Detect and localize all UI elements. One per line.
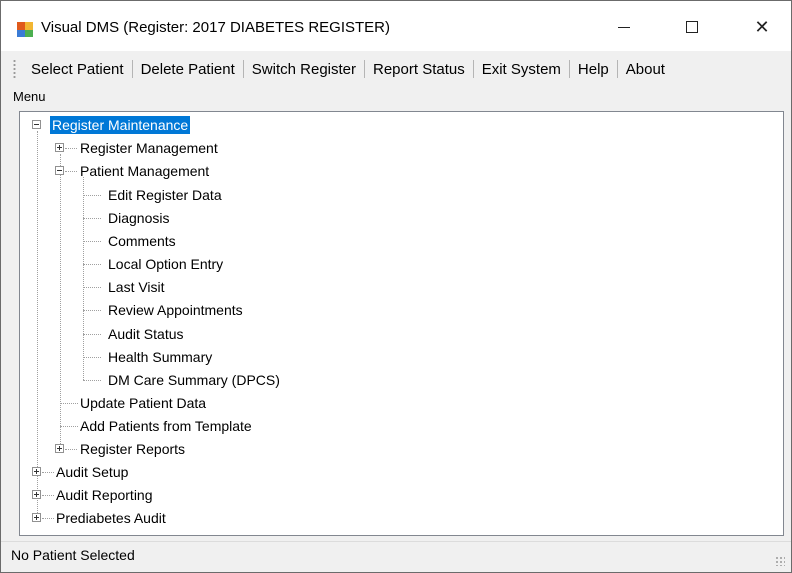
menu-strip: Select Patient Delete Patient Switch Reg… <box>1 51 791 89</box>
tree-connector <box>60 426 78 427</box>
window-title: Visual DMS (Register: 2017 DIABETES REGI… <box>41 19 390 36</box>
tree-node-edit-register-data[interactable]: Edit Register Data <box>106 185 224 205</box>
tree-node-label: Comments <box>108 233 176 249</box>
tree-connector <box>42 518 54 519</box>
status-bar: No Patient Selected <box>1 541 791 572</box>
tree-node-label: Audit Reporting <box>56 487 153 503</box>
tree-node-label: DM Care Summary (DPCS) <box>108 372 280 388</box>
menu-switch-register[interactable]: Switch Register <box>244 61 364 78</box>
close-icon: ✕ <box>754 17 770 37</box>
tree-connector <box>65 449 77 450</box>
tree-connector <box>83 177 84 380</box>
tree-node-prediabetes-audit[interactable]: Prediabetes Audit <box>54 508 168 528</box>
menu-tree: Register Maintenance Register Management… <box>20 112 783 535</box>
menu-tree-panel: Register Maintenance Register Management… <box>19 111 784 536</box>
menu-about[interactable]: About <box>618 61 673 78</box>
tree-node-label: Review Appointments <box>108 302 243 318</box>
tree-node-comments[interactable]: Comments <box>106 231 178 251</box>
maximize-button[interactable] <box>669 9 715 45</box>
expand-icon[interactable] <box>55 143 64 152</box>
tree-connector <box>83 287 101 288</box>
expand-icon[interactable] <box>32 490 41 499</box>
tree-node-label: Health Summary <box>108 349 213 365</box>
close-button[interactable]: ✕ <box>739 9 785 45</box>
tree-node-last-visit[interactable]: Last Visit <box>106 277 167 297</box>
tree-node-label: Audit Status <box>108 326 184 342</box>
tree-node-label: Diagnosis <box>108 210 170 226</box>
tree-node-patient-management[interactable]: Patient Management <box>78 161 211 181</box>
tree-connector <box>42 472 54 473</box>
tree-connector <box>65 171 77 172</box>
minimize-icon <box>618 26 630 28</box>
maximize-icon <box>686 21 698 33</box>
app-icon <box>17 22 33 37</box>
tree-node-dm-care-summary[interactable]: DM Care Summary (DPCS) <box>106 370 282 390</box>
tree-node-audit-setup[interactable]: Audit Setup <box>54 462 130 482</box>
tree-connector <box>83 357 101 358</box>
tree-connector <box>83 218 101 219</box>
tree-node-register-reports[interactable]: Register Reports <box>78 439 187 459</box>
menu-delete-patient[interactable]: Delete Patient <box>133 61 243 78</box>
expand-icon[interactable] <box>55 444 64 453</box>
tree-connector <box>83 264 101 265</box>
collapse-icon[interactable] <box>32 120 41 129</box>
tree-node-label: Register Reports <box>80 441 186 457</box>
menu-caption: Menu <box>13 89 46 104</box>
expand-icon[interactable] <box>32 513 41 522</box>
tree-node-label: Update Patient Data <box>80 395 207 411</box>
tree-node-label: Patient Management <box>80 163 210 179</box>
tree-connector <box>83 241 101 242</box>
tree-connector <box>37 131 38 519</box>
tree-node-review-appointments[interactable]: Review Appointments <box>106 300 245 320</box>
tree-connector <box>65 148 77 149</box>
tree-connector <box>60 403 78 404</box>
menu-items: Select Patient Delete Patient Switch Reg… <box>23 60 673 78</box>
tree-node-label: Audit Setup <box>56 464 129 480</box>
tree-node-label: Register Management <box>80 140 218 156</box>
menu-exit-system[interactable]: Exit System <box>474 61 569 78</box>
tree-node-label: Edit Register Data <box>108 187 222 203</box>
tree-node-label: Local Option Entry <box>108 256 224 272</box>
menu-help[interactable]: Help <box>570 61 617 78</box>
collapse-icon[interactable] <box>55 166 64 175</box>
tree-connector <box>83 310 101 311</box>
title-bar: Visual DMS (Register: 2017 DIABETES REGI… <box>1 1 791 51</box>
tree-connector <box>83 334 101 335</box>
app-window: Visual DMS (Register: 2017 DIABETES REGI… <box>0 0 792 573</box>
tree-node-label: Prediabetes Audit <box>56 510 166 526</box>
tree-connector <box>60 154 61 450</box>
tree-node-health-summary[interactable]: Health Summary <box>106 347 214 367</box>
minimize-button[interactable] <box>601 9 647 45</box>
tree-node-label: Register Maintenance <box>50 116 191 134</box>
status-text: No Patient Selected <box>11 547 135 563</box>
menu-select-patient[interactable]: Select Patient <box>23 61 132 78</box>
tree-node-update-patient-data[interactable]: Update Patient Data <box>78 393 208 413</box>
tree-node-audit-status[interactable]: Audit Status <box>106 324 186 344</box>
tree-node-diagnosis[interactable]: Diagnosis <box>106 208 171 228</box>
tree-connector <box>83 195 101 196</box>
expand-icon[interactable] <box>32 467 41 476</box>
tree-node-register-management[interactable]: Register Management <box>78 138 220 158</box>
toolbar-grip-icon[interactable] <box>13 59 16 79</box>
tree-node-audit-reporting[interactable]: Audit Reporting <box>54 485 155 505</box>
tree-node-label: Add Patients from Template <box>80 418 252 434</box>
tree-connector <box>83 380 101 381</box>
tree-connector <box>42 495 54 496</box>
tree-node-local-option-entry[interactable]: Local Option Entry <box>106 254 225 274</box>
tree-node-label: Last Visit <box>108 279 165 295</box>
tree-node-add-patients-from-template[interactable]: Add Patients from Template <box>78 416 254 436</box>
resize-grip-icon[interactable] <box>775 556 785 566</box>
menu-report-status[interactable]: Report Status <box>365 61 473 78</box>
tree-node-register-maintenance[interactable]: Register Maintenance <box>50 115 191 135</box>
